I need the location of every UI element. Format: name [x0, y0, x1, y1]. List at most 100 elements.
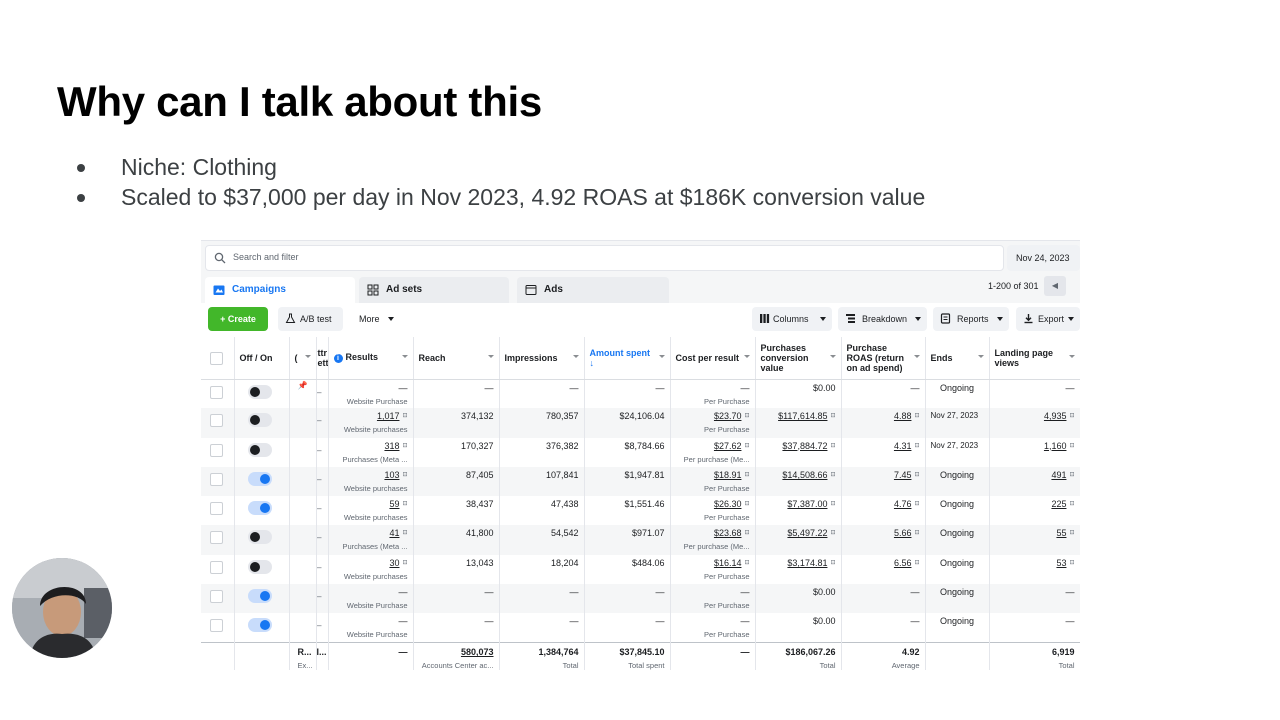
campaign-toggle[interactable]	[247, 442, 272, 457]
purchase-value[interactable]: $0.00	[813, 587, 836, 597]
results-value[interactable]: —	[399, 587, 408, 597]
tab-ads[interactable]: Ads	[517, 277, 669, 303]
col-amount-spent[interactable]: Amount spent ↓	[584, 337, 671, 380]
create-button[interactable]: + Create	[208, 307, 268, 331]
results-value[interactable]: 59	[389, 499, 399, 509]
date-range-picker[interactable]: Nov 24, 2023	[1007, 245, 1080, 271]
col-cost-per-result[interactable]: Cost per result	[670, 337, 756, 380]
table-row[interactable]: 📌 – — Website Purchase — — — — Per Purchase $0.00…	[201, 379, 1080, 409]
cost-per-result-value[interactable]: —	[741, 587, 750, 597]
campaign-toggle[interactable]	[247, 559, 272, 574]
col-landing-page-views[interactable]: Landing page views	[989, 337, 1080, 380]
table-row[interactable]: –59 ⊡ Website purchases 38,437 47,438 $1,551.…	[201, 496, 1080, 526]
col-results[interactable]: i Results	[328, 337, 414, 380]
purchase-value[interactable]: $0.00	[813, 616, 836, 626]
cost-per-result-value[interactable]: —	[741, 383, 750, 393]
col-c[interactable]: (	[289, 337, 317, 380]
search-bar[interactable]: Search and filter	[205, 245, 1004, 271]
tab-ad-sets[interactable]: Ad sets	[359, 277, 509, 303]
purchase-value[interactable]: $14,508.66	[782, 470, 827, 480]
cost-per-result-value[interactable]: —	[741, 616, 750, 626]
col-purchases-value[interactable]: Purchases conversion value	[755, 337, 842, 380]
export-button[interactable]: Export	[1016, 307, 1080, 331]
purchase-value[interactable]: $7,387.00	[787, 499, 827, 509]
landing-page-views-cell: —	[989, 584, 1080, 614]
landing-page-views-value[interactable]: —	[1066, 383, 1075, 393]
roas-value[interactable]: —	[911, 383, 920, 393]
roas-value[interactable]: —	[911, 587, 920, 597]
previous-page-button[interactable]: ◀	[1044, 276, 1066, 296]
cost-per-result-value[interactable]: $23.70	[714, 411, 742, 421]
row-checkbox[interactable]	[210, 531, 223, 545]
table-row[interactable]: –41 ⊡ Purchases (Meta ... 41,800 54,542 $971.…	[201, 525, 1080, 555]
col-roas[interactable]: Purchase ROAS (return on ad spend)	[841, 337, 926, 380]
purchase-value[interactable]: $0.00	[813, 383, 836, 393]
row-checkbox[interactable]	[210, 414, 223, 428]
purchase-value[interactable]: $37,884.72	[782, 441, 827, 451]
row-checkbox[interactable]	[210, 590, 223, 604]
cost-per-result-value[interactable]: $26.30	[714, 499, 742, 509]
col-off-on[interactable]: Off / On	[234, 337, 290, 380]
campaign-toggle[interactable]	[247, 589, 272, 604]
reports-button[interactable]: Reports	[933, 307, 1009, 331]
row-checkbox[interactable]	[210, 502, 223, 516]
campaign-toggle[interactable]	[247, 501, 272, 516]
purchase-value[interactable]: $5,497.22	[787, 528, 827, 538]
col-impressions[interactable]: Impressions	[499, 337, 585, 380]
roas-value[interactable]: 4.88	[894, 411, 912, 421]
results-value[interactable]: —	[399, 616, 408, 626]
campaign-toggle[interactable]	[247, 413, 272, 428]
more-button[interactable]: More	[350, 307, 400, 331]
campaign-toggle[interactable]	[247, 471, 272, 486]
select-all-checkbox[interactable]	[210, 351, 223, 365]
results-value[interactable]: 318	[384, 441, 399, 451]
row-checkbox[interactable]	[210, 560, 223, 574]
table-row[interactable]: – — Website Purchase — — — — Per Purchase $0.00 —…	[201, 584, 1080, 614]
results-value[interactable]: 41	[389, 528, 399, 538]
breakdown-button[interactable]: Breakdown	[838, 307, 927, 331]
landing-page-views-value[interactable]: —	[1066, 587, 1075, 597]
col-attribution[interactable]: ttr ett	[316, 337, 329, 380]
landing-page-views-value[interactable]: 4,935	[1044, 411, 1067, 421]
table-row[interactable]: – — Website Purchase — — — — Per Purchase $0.00 —…	[201, 613, 1080, 643]
table-row[interactable]: –1,017 ⊡ Website purchases 374,132 780,357 $2…	[201, 408, 1080, 438]
roas-value[interactable]: 5.66	[894, 528, 912, 538]
caret-down-icon	[1068, 317, 1074, 321]
landing-page-views-value[interactable]: 53	[1056, 558, 1066, 568]
landing-page-views-value[interactable]: 55	[1056, 528, 1066, 538]
campaign-toggle[interactable]	[247, 618, 272, 633]
campaign-toggle[interactable]	[247, 384, 272, 399]
row-checkbox[interactable]	[210, 472, 223, 486]
roas-value[interactable]: 6.56	[894, 558, 912, 568]
landing-page-views-value[interactable]: 225	[1051, 499, 1066, 509]
roas-value[interactable]: —	[911, 616, 920, 626]
roas-value[interactable]: 4.31	[894, 441, 912, 451]
purchase-value[interactable]: $117,614.85	[778, 411, 827, 421]
table-row[interactable]: –318 ⊡ Purchases (Meta ... 170,327 376,382 $8…	[201, 437, 1080, 467]
cost-per-result-value[interactable]: $27.62	[714, 441, 742, 451]
results-value[interactable]: 1,017	[377, 411, 400, 421]
campaign-toggle[interactable]	[247, 530, 272, 545]
cost-per-result-value[interactable]: $16.14	[714, 558, 742, 568]
cost-per-result-value[interactable]: $18.91	[714, 470, 742, 480]
row-checkbox[interactable]	[210, 443, 223, 457]
col-ends[interactable]: Ends	[925, 337, 990, 380]
purchase-value[interactable]: $3,174.81	[787, 558, 827, 568]
results-value[interactable]: —	[399, 383, 408, 393]
row-checkbox[interactable]	[210, 619, 223, 633]
ab-test-button[interactable]: A/B test	[278, 307, 343, 331]
row-checkbox[interactable]	[210, 385, 223, 399]
table-row[interactable]: –30 ⊡ Website purchases 13,043 18,204 $484.06…	[201, 554, 1080, 585]
col-reach[interactable]: Reach	[413, 337, 500, 380]
results-value[interactable]: 103	[384, 470, 399, 480]
landing-page-views-value[interactable]: 491	[1051, 470, 1066, 480]
roas-value[interactable]: 4.76	[894, 499, 912, 509]
results-value[interactable]: 30	[389, 558, 399, 568]
table-row[interactable]: –103 ⊡ Website purchases 87,405 107,841 $1,94…	[201, 466, 1080, 497]
roas-value[interactable]: 7.45	[894, 470, 912, 480]
columns-button[interactable]: Columns	[752, 307, 832, 331]
landing-page-views-value[interactable]: 1,160	[1044, 441, 1067, 451]
cost-per-result-value[interactable]: $23.68	[714, 528, 742, 538]
landing-page-views-value[interactable]: —	[1066, 616, 1075, 626]
tab-campaigns[interactable]: Campaigns	[205, 277, 355, 303]
